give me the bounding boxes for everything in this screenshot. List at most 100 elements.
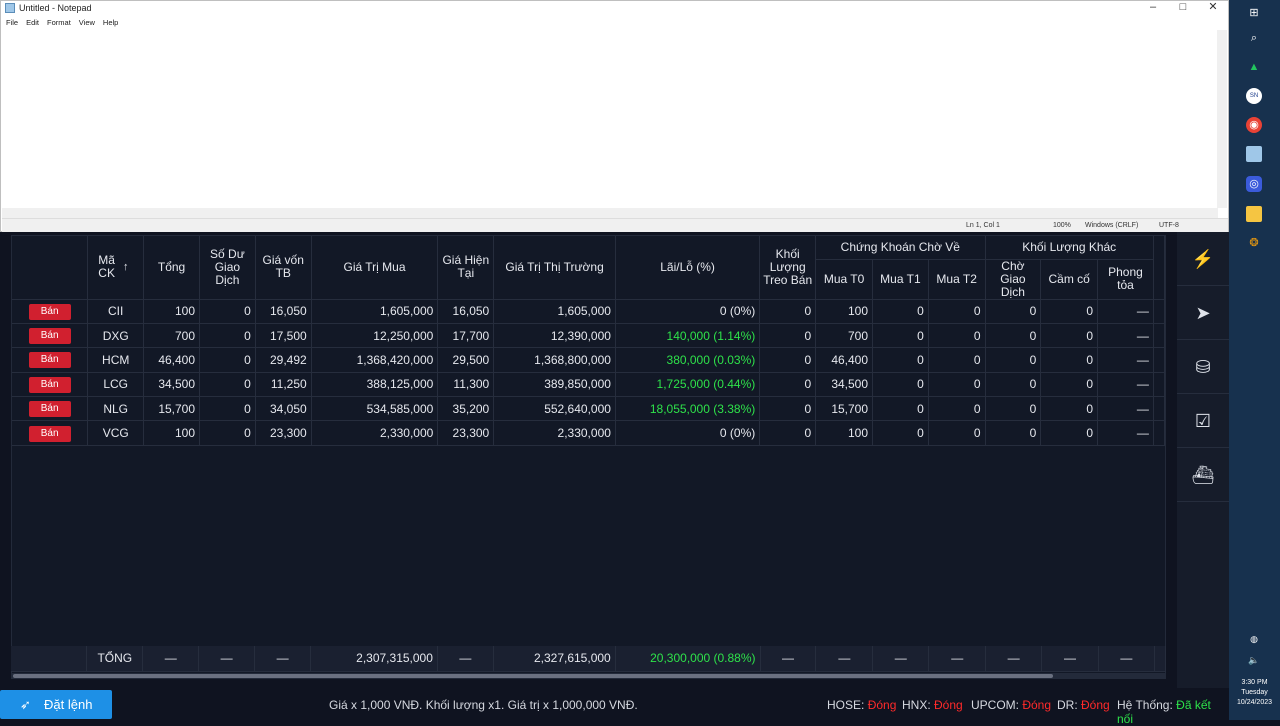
cell-lai-lo: 380,000 (0.03%) (615, 347, 761, 373)
cell-gia-tri-mua: 1,368,420,000 (311, 347, 439, 373)
table-row[interactable]: Bán LCG 34,500 0 11,250 388,125,000 11,300 389,… (12, 372, 1166, 398)
market-upcom-label: UPCOM: (971, 698, 1019, 712)
table-row[interactable]: Bán DXG 700 0 17,500 12,250,000 17,700 12,390,0… (12, 323, 1166, 349)
col-gia-tri-mua[interactable]: Giá Trị Mua (311, 236, 439, 300)
notepad-menubar: File Edit Format View Help (1, 15, 1228, 29)
sell-button[interactable]: Bán (28, 401, 71, 418)
sort-up-icon[interactable]: ↑ (123, 261, 129, 273)
col-mua-t1[interactable]: Mua T1 (872, 259, 929, 300)
cell-phong-toa: — (1097, 396, 1154, 422)
sell-button[interactable]: Bán (28, 376, 71, 393)
totals-table: TỔNG — — — 2,307,315,000 — 2,327,615,000… (11, 646, 1167, 672)
cell-gia-tri-thi-truong: 389,850,000 (493, 372, 616, 398)
notepad-horizontal-scrollbar[interactable] (2, 208, 1218, 218)
col-ma-ck[interactable]: Mã CK ↑ (87, 236, 145, 300)
col-cho-giao-dich[interactable]: Chờ Giao Dịch (985, 259, 1042, 300)
notepad-titlebar: Untitled - Notepad (1, 1, 1228, 15)
folder-icon[interactable] (1246, 206, 1262, 222)
cell-cho-giao-dich: 0 (985, 396, 1042, 422)
cell-cho-giao-dich: 0 (985, 372, 1042, 398)
cell-spacer (1153, 323, 1166, 349)
col-mua-t0[interactable]: Mua T0 (815, 259, 874, 300)
chrome-icon[interactable]: ◉ (1246, 117, 1262, 133)
scrollbar-thumb[interactable] (13, 674, 1053, 678)
cell-gia-von: 16,050 (255, 299, 312, 324)
col-mua-t2[interactable]: Mua T2 (928, 259, 986, 300)
menu-format[interactable]: Format (47, 18, 71, 27)
sell-button[interactable]: Bán (28, 328, 71, 345)
send-icon[interactable]: ➤ (1177, 286, 1229, 340)
table-row[interactable]: Bán CII 100 0 16,050 1,605,000 16,050 1,605,000… (12, 299, 1166, 324)
menu-edit[interactable]: Edit (26, 18, 39, 27)
col-gia-von[interactable]: Giá vốn TB (255, 236, 312, 300)
grid-horizontal-scrollbar[interactable] (11, 673, 1166, 679)
cell-khoi-luong-treo: 0 (759, 420, 817, 446)
cell-cho-giao-dich: 0 (985, 420, 1042, 446)
table-row[interactable]: Bán VCG 100 0 23,300 2,330,000 23,300 2,330,000… (12, 420, 1166, 446)
windows-start-icon[interactable]: ⊞ (1246, 5, 1262, 21)
sell-button[interactable]: Bán (28, 425, 71, 442)
portfolio-rows: Bán CII 100 0 16,050 1,605,000 16,050 1,605,000… (12, 299, 1166, 446)
totals-gia-tri-thi-truong: 2,327,615,000 (493, 646, 616, 672)
cell-khoi-luong-treo: 0 (759, 299, 817, 324)
col-phong-toa[interactable]: Phong tỏa (1097, 259, 1154, 300)
cell-mua-t2: 0 (928, 396, 986, 422)
coins-icon[interactable]: ⛁ (1177, 340, 1229, 394)
cell-ma-ck: NLG (87, 396, 145, 422)
cell-tong: 46,400 (143, 347, 201, 373)
cursor-position: Ln 1, Col 1 (966, 222, 1000, 229)
menu-file[interactable]: File (6, 18, 18, 27)
col-lai-lo[interactable]: Lãi/Lỗ (%) (615, 236, 761, 300)
group-chung-khoan-cho-ve: Chứng Khoán Chờ Về (815, 236, 986, 260)
cell-gia-von: 23,300 (255, 420, 312, 446)
totals-spacer (1154, 646, 1167, 672)
cell-gia-hien-tai: 35,200 (437, 396, 495, 422)
window-controls: – □ ✕ (1138, 1, 1228, 15)
search-icon[interactable]: ⌕ (1246, 30, 1262, 46)
table-row[interactable]: Bán HCM 46,400 0 29,492 1,368,420,000 29,500 1,… (12, 347, 1166, 373)
app-icon[interactable]: SN (1246, 88, 1262, 104)
ship-icon[interactable]: ⛴ (1177, 448, 1229, 502)
sell-button[interactable]: Bán (28, 352, 71, 369)
table-row[interactable]: Bán NLG 15,700 0 34,050 534,585,000 35,200 552,… (12, 396, 1166, 422)
portfolio-grid: Mã CK ↑ Tổng Số Dư Giao Dịch Giá vốn TB G… (11, 235, 1166, 675)
col-cam-co[interactable]: Cầm cố (1040, 259, 1099, 300)
trading-app: Mã CK ↑ Tổng Số Dư Giao Dịch Giá vốn TB G… (0, 232, 1229, 726)
dat-lenh-button[interactable]: ➶ Đặt lệnh (0, 690, 112, 719)
notepad-vertical-scrollbar[interactable] (1217, 30, 1227, 208)
triangle-app-icon[interactable]: ▲ (1246, 59, 1262, 75)
cell-gia-tri-mua: 388,125,000 (311, 372, 439, 398)
col-so-du[interactable]: Số Dư Giao Dịch (199, 236, 256, 300)
totals-dash: — (985, 646, 1043, 672)
cell-cam-co: 0 (1040, 372, 1099, 398)
cell-ma-ck: LCG (87, 372, 145, 398)
cell-mua-t1: 0 (872, 372, 929, 398)
notepad-taskbar-icon[interactable] (1246, 146, 1262, 162)
col-khoi-luong-treo[interactable]: Khối Lượng Treo Bán (759, 236, 817, 300)
cell-action: Bán (12, 372, 89, 398)
minimize-icon[interactable]: – (1138, 1, 1168, 15)
menu-help[interactable]: Help (103, 18, 118, 27)
sell-button[interactable]: Bán (28, 303, 71, 320)
right-toolbar: ⚡ ➤ ⛁ ☑ ⛴ (1177, 232, 1229, 690)
cell-mua-t1: 0 (872, 323, 929, 349)
col-action (12, 236, 89, 300)
col-gia-tri-thi-truong[interactable]: Giá Trị Thị Trường (493, 236, 616, 300)
cell-ma-ck: CII (87, 299, 145, 324)
medal-icon[interactable]: ❂ (1246, 235, 1262, 251)
col-gia-hien-tai[interactable]: Giá Hiện Tại (437, 236, 495, 300)
close-icon[interactable]: ✕ (1198, 1, 1228, 15)
volume-icon[interactable]: 🔈 (1246, 652, 1262, 668)
cell-mua-t1: 0 (872, 347, 929, 373)
menu-view[interactable]: View (79, 18, 95, 27)
col-tong[interactable]: Tổng (143, 236, 201, 300)
messenger-icon[interactable]: ◎ (1246, 176, 1262, 192)
cell-lai-lo: 0 (0%) (615, 420, 761, 446)
maximize-icon[interactable]: □ (1168, 1, 1198, 15)
cell-so-du: 0 (199, 372, 256, 398)
tray-icon[interactable]: ◍ (1246, 631, 1262, 647)
checklist-icon[interactable]: ☑ (1177, 394, 1229, 448)
notepad-text-area[interactable] (2, 30, 1218, 208)
cell-khoi-luong-treo: 0 (759, 347, 817, 373)
lightning-icon[interactable]: ⚡ (1177, 232, 1229, 286)
